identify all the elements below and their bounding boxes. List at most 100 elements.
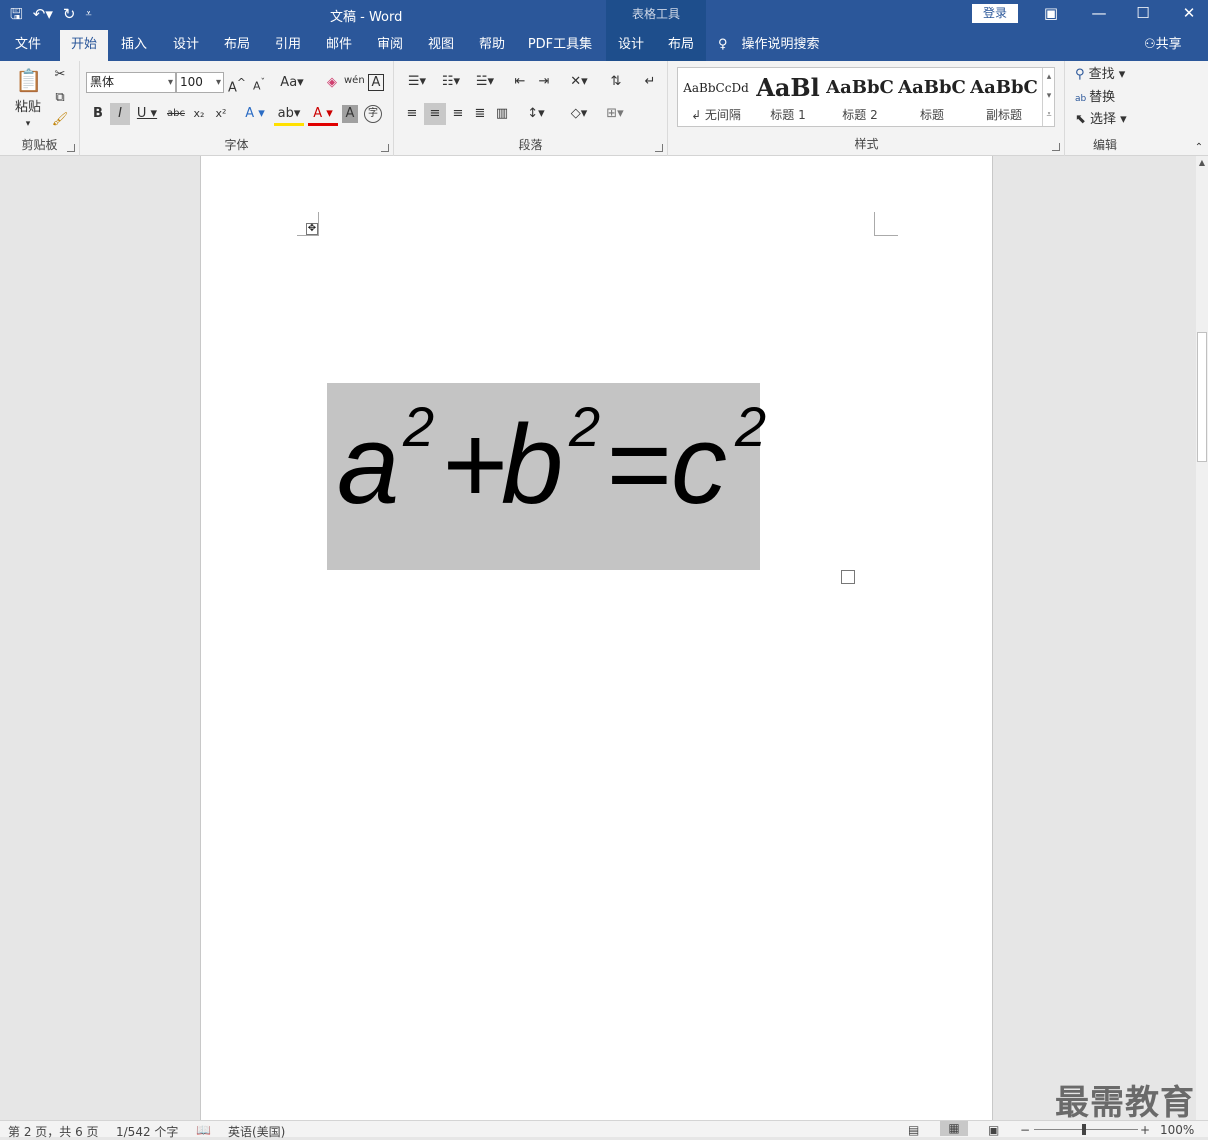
collapse-ribbon-icon[interactable]: ⌃ — [1192, 139, 1206, 157]
tab-table-layout[interactable]: 布局 — [656, 30, 706, 61]
web-layout-icon[interactable]: ▣ — [988, 1123, 999, 1137]
redo-icon[interactable]: ↻ — [63, 4, 76, 24]
justify-icon[interactable]: ≣ — [470, 105, 490, 123]
table-move-handle-icon[interactable]: ✥ — [306, 223, 318, 235]
tab-insert[interactable]: 插入 — [112, 30, 156, 61]
distributed-icon[interactable]: ▥ — [492, 105, 512, 123]
language-indicator[interactable]: 英语(美国) — [228, 1123, 285, 1140]
text-effects-icon[interactable]: A ▾ — [240, 105, 270, 123]
table-cell[interactable]: a 2 + b 2 = c 2 — [327, 383, 766, 570]
zoom-out-icon[interactable]: − — [1020, 1123, 1030, 1137]
numbering-icon[interactable]: ☷▾ — [436, 73, 466, 91]
style-title[interactable]: AaBbC 标题 — [896, 68, 968, 126]
replace-button[interactable]: ab 替换 — [1075, 89, 1145, 108]
zoom-slider-thumb[interactable] — [1082, 1124, 1086, 1135]
shrink-font-icon[interactable]: Aˇ — [250, 74, 268, 96]
multilevel-list-icon[interactable]: ☱▾ — [470, 73, 500, 91]
zoom-level[interactable]: 100% — [1160, 1123, 1194, 1137]
formula-exponent-a: 2 — [403, 395, 435, 458]
show-marks-icon[interactable]: ↵ — [640, 73, 660, 91]
clear-formatting-icon[interactable]: ◈ — [322, 74, 342, 92]
close-icon[interactable]: ✕ — [1174, 3, 1204, 25]
share-button[interactable]: ⚇共享 — [1144, 30, 1182, 61]
tab-pdf-tools[interactable]: PDF工具集 — [524, 30, 596, 61]
style-no-spacing[interactable]: AaBbCcDd ↲ 无间隔 — [680, 68, 752, 126]
select-button[interactable]: ⬉ 选择 ▾ — [1075, 111, 1145, 129]
print-layout-icon[interactable]: ▦ — [940, 1121, 968, 1136]
word-count[interactable]: 1/542 个字 — [116, 1123, 178, 1140]
style-heading-1[interactable]: AaBl 标题 1 — [752, 68, 824, 126]
ribbon-display-options-icon[interactable]: ▣ — [1036, 3, 1066, 25]
login-button[interactable]: 登录 — [972, 4, 1018, 23]
shading-icon[interactable]: ◇▾ — [564, 105, 594, 123]
document-page[interactable]: ✥ a 2 + b 2 = c 2 — [200, 156, 993, 1120]
chinese-layout-icon[interactable]: ✕▾ — [564, 73, 594, 91]
tab-table-design[interactable]: 设计 — [606, 30, 656, 61]
tab-layout[interactable]: 布局 — [215, 30, 259, 61]
read-mode-icon[interactable]: ▤ — [908, 1123, 919, 1137]
paste-icon[interactable]: 📋 — [14, 67, 44, 97]
grow-font-icon[interactable]: A^ — [228, 74, 246, 97]
enclose-circle-icon[interactable]: 字 — [364, 105, 382, 123]
cut-icon[interactable]: ✂ — [50, 66, 70, 84]
bold-icon[interactable]: B — [90, 105, 106, 123]
align-left-icon[interactable]: ≡ — [402, 105, 422, 123]
vertical-scrollbar[interactable]: ▲ — [1196, 156, 1208, 1120]
customize-qat-icon[interactable]: ⩡ — [85, 4, 91, 24]
table-resize-handle[interactable] — [841, 570, 855, 584]
tab-review[interactable]: 审阅 — [368, 30, 412, 61]
font-size-combo[interactable]: 100 — [176, 72, 224, 93]
proofing-icon[interactable]: 📖 — [196, 1123, 211, 1137]
tab-file[interactable]: 文件 — [6, 30, 50, 61]
subscript-icon[interactable]: x₂ — [190, 105, 208, 123]
bullets-icon[interactable]: ☰▾ — [402, 73, 432, 91]
align-center-icon[interactable]: ≡ — [424, 103, 446, 125]
borders-icon[interactable]: ⊞▾ — [600, 105, 630, 123]
tab-mailings[interactable]: 邮件 — [317, 30, 361, 61]
underline-icon[interactable]: U ▾ — [134, 105, 160, 123]
enclose-character-icon[interactable]: A — [368, 74, 384, 91]
superscript-icon[interactable]: x² — [212, 105, 230, 123]
formula-text[interactable]: a 2 + b 2 = c 2 — [337, 383, 777, 570]
style-subtitle[interactable]: AaBbC 副标题 — [968, 68, 1040, 126]
paragraph-launcher-icon[interactable] — [655, 144, 663, 152]
save-icon[interactable]: 🖫 — [10, 4, 23, 24]
styles-scroll[interactable]: ▴ ▾ ⩡ — [1042, 68, 1055, 126]
font-launcher-icon[interactable] — [381, 144, 389, 152]
decrease-indent-icon[interactable]: ⇤ — [510, 73, 530, 91]
copy-icon[interactable]: ⧉ — [50, 89, 70, 107]
tab-references[interactable]: 引用 — [266, 30, 310, 61]
zoom-in-icon[interactable]: + — [1140, 1123, 1150, 1137]
page-count[interactable]: 第 2 页，共 6 页 — [8, 1123, 99, 1140]
minimize-icon[interactable]: — — [1084, 3, 1114, 25]
phonetic-guide-icon[interactable]: wén — [344, 72, 365, 90]
strikethrough-icon[interactable]: abc — [164, 105, 188, 123]
tab-help[interactable]: 帮助 — [470, 30, 514, 61]
tab-design[interactable]: 设计 — [164, 30, 208, 61]
tell-me-search[interactable]: ♀ 操作说明搜索 — [718, 30, 820, 61]
line-spacing-icon[interactable]: ↕▾ — [522, 105, 550, 123]
zoom-slider[interactable] — [1034, 1129, 1138, 1130]
scroll-thumb[interactable] — [1197, 332, 1207, 462]
clipboard-launcher-icon[interactable] — [67, 144, 75, 152]
align-right-icon[interactable]: ≡ — [448, 105, 468, 123]
find-button[interactable]: ⚲ 查找 ▾ — [1075, 66, 1145, 84]
tab-view[interactable]: 视图 — [419, 30, 463, 61]
font-name-combo[interactable]: 黑体 — [86, 72, 176, 93]
style-heading-2[interactable]: AaBbC 标题 2 — [824, 68, 896, 126]
italic-icon[interactable]: I — [110, 103, 130, 125]
increase-indent-icon[interactable]: ⇥ — [534, 73, 554, 91]
scroll-up-icon[interactable]: ▲ — [1197, 158, 1207, 170]
character-shading-icon[interactable]: A — [342, 105, 358, 123]
paste-dropdown-icon[interactable]: ▾ — [22, 115, 34, 133]
sort-icon[interactable]: ⇅ — [606, 73, 626, 91]
tab-home[interactable]: 开始 — [60, 30, 108, 61]
font-color-icon[interactable]: A ▾ — [308, 105, 338, 126]
format-painter-icon[interactable]: 🖌 — [50, 111, 70, 129]
maximize-icon[interactable]: ☐ — [1128, 3, 1158, 25]
undo-icon[interactable]: ↶▾ — [33, 4, 53, 24]
style-name: 标题 1 — [770, 108, 806, 122]
highlight-icon[interactable]: ab▾ — [274, 105, 304, 126]
change-case-icon[interactable]: Aa▾ — [278, 74, 306, 92]
styles-launcher-icon[interactable] — [1052, 143, 1060, 151]
